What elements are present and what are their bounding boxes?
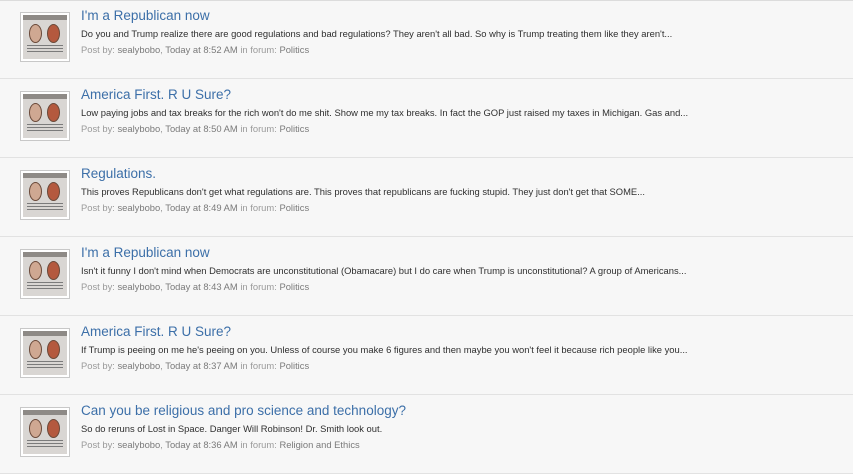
post-by-label: Post by: [81, 202, 115, 213]
forum-link[interactable]: Politics [279, 123, 309, 134]
forum-link[interactable]: Politics [279, 281, 309, 292]
author-link[interactable]: sealybobo [117, 202, 160, 213]
forum-link[interactable]: Religion and Ethics [279, 439, 359, 450]
post-meta: Post by: sealybobo, Today at 8:36 AM in … [81, 439, 360, 450]
post-by-label: Post by: [81, 281, 115, 292]
search-results-list: I'm a Republican now Do you and Trump re… [0, 0, 853, 474]
post-meta: Post by: sealybobo, Today at 8:52 AM in … [81, 44, 310, 55]
forum-link[interactable]: Politics [279, 202, 309, 213]
search-result-item: I'm a Republican now Isn't it funny I do… [0, 238, 853, 316]
post-snippet: Isn't it funny I don't mind when Democra… [81, 265, 687, 276]
in-forum-label: in forum: [240, 360, 277, 371]
in-forum-label: in forum: [240, 439, 277, 450]
author-link[interactable]: sealybobo [117, 44, 160, 55]
post-meta: Post by: sealybobo, Today at 8:37 AM in … [81, 360, 310, 371]
search-result-item: I'm a Republican now Do you and Trump re… [0, 1, 853, 79]
thread-title-link[interactable]: Can you be religious and pro science and… [81, 402, 853, 419]
in-forum-label: in forum: [240, 281, 277, 292]
search-result-item: America First. R U Sure? Low paying jobs… [0, 80, 853, 158]
post-snippet: Low paying jobs and tax breaks for the r… [81, 107, 689, 118]
post-meta: Post by: sealybobo, Today at 8:50 AM in … [81, 123, 310, 134]
avatar-image [23, 331, 67, 375]
post-snippet: This proves Republicans don't get what r… [81, 186, 645, 197]
author-link[interactable]: sealybobo [117, 281, 160, 292]
post-by-label: Post by: [81, 123, 115, 134]
in-forum-label: in forum: [240, 44, 277, 55]
avatar-image [23, 410, 67, 454]
avatar[interactable] [20, 328, 70, 378]
post-meta: Post by: sealybobo, Today at 8:43 AM in … [81, 281, 310, 292]
post-time-link[interactable]: Today at 8:36 AM [165, 439, 237, 450]
avatar[interactable] [20, 91, 70, 141]
thread-title-link[interactable]: I'm a Republican now [81, 244, 853, 261]
forum-link[interactable]: Politics [279, 44, 309, 55]
post-snippet: So do reruns of Lost in Space. Danger Wi… [81, 423, 383, 434]
post-time-link[interactable]: Today at 8:37 AM [165, 360, 237, 371]
post-meta: Post by: sealybobo, Today at 8:49 AM in … [81, 202, 310, 213]
post-time-link[interactable]: Today at 8:50 AM [165, 123, 237, 134]
post-time-link[interactable]: Today at 8:52 AM [165, 44, 237, 55]
post-by-label: Post by: [81, 439, 115, 450]
author-link[interactable]: sealybobo [117, 439, 160, 450]
avatar[interactable] [20, 12, 70, 62]
post-snippet: Do you and Trump realize there are good … [81, 28, 673, 39]
avatar-image [23, 15, 67, 59]
post-time-link[interactable]: Today at 8:43 AM [165, 281, 237, 292]
author-link[interactable]: sealybobo [117, 123, 160, 134]
post-time-link[interactable]: Today at 8:49 AM [165, 202, 237, 213]
post-snippet: If Trump is peeing on me he's peeing on … [81, 344, 688, 355]
post-by-label: Post by: [81, 44, 115, 55]
avatar[interactable] [20, 407, 70, 457]
avatar[interactable] [20, 249, 70, 299]
avatar-image [23, 173, 67, 217]
thread-title-link[interactable]: Regulations. [81, 165, 853, 182]
search-result-item: Regulations. This proves Republicans don… [0, 159, 853, 237]
thread-title-link[interactable]: I'm a Republican now [81, 7, 853, 24]
search-result-item: Can you be religious and pro science and… [0, 396, 853, 474]
thread-title-link[interactable]: America First. R U Sure? [81, 86, 853, 103]
avatar-image [23, 252, 67, 296]
in-forum-label: in forum: [240, 123, 277, 134]
thread-title-link[interactable]: America First. R U Sure? [81, 323, 853, 340]
search-result-item: America First. R U Sure? If Trump is pee… [0, 317, 853, 395]
forum-link[interactable]: Politics [279, 360, 309, 371]
in-forum-label: in forum: [240, 202, 277, 213]
avatar[interactable] [20, 170, 70, 220]
post-by-label: Post by: [81, 360, 115, 371]
author-link[interactable]: sealybobo [117, 360, 160, 371]
avatar-image [23, 94, 67, 138]
